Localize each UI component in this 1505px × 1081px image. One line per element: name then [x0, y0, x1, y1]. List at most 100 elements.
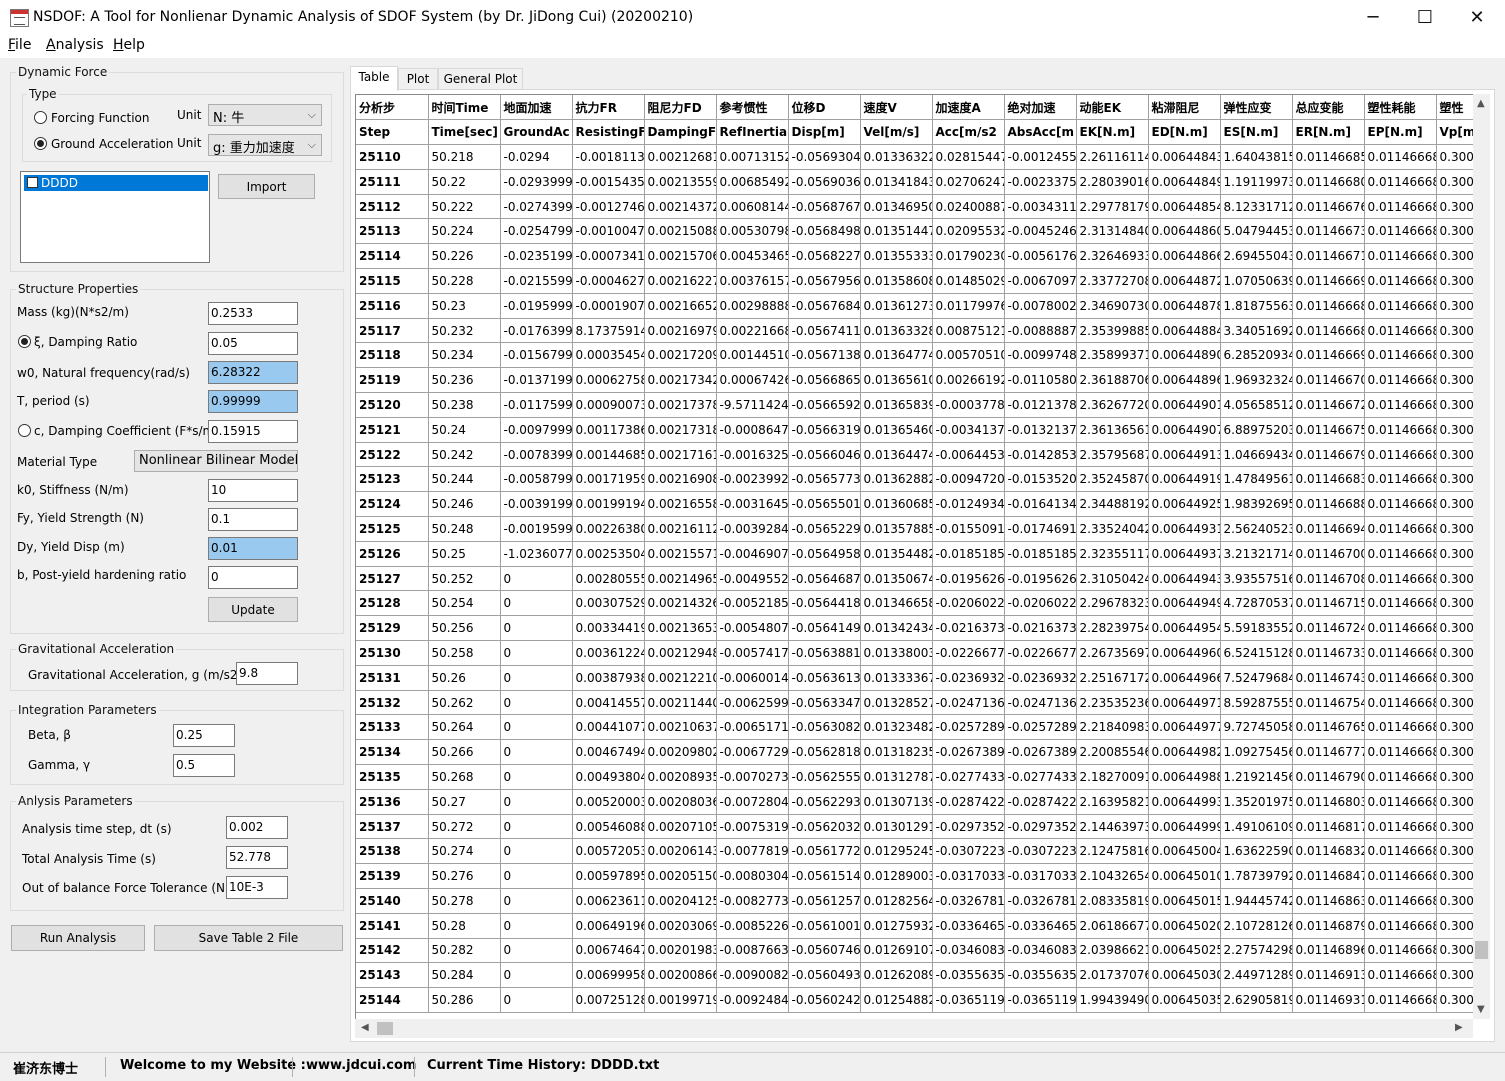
table-cell[interactable]: 0.00546088 — [572, 814, 645, 840]
table-cell[interactable]: -0.0094720 — [932, 466, 1005, 493]
table-cell[interactable]: 1.98392695 — [1220, 491, 1293, 518]
table-cell[interactable]: 0.01365839 — [860, 392, 933, 418]
gamma-input[interactable]: 0.5 — [173, 754, 235, 777]
table-cell[interactable]: 1.99439490 — [1076, 987, 1149, 1013]
table-cell[interactable]: 0.01146879 — [1292, 913, 1365, 939]
k0-input[interactable]: 10 — [208, 479, 298, 502]
table-cell[interactable]: 50.238 — [428, 392, 501, 418]
table-cell[interactable]: -0.0031645 — [716, 491, 789, 518]
table-cell[interactable]: 0.01346658 — [860, 590, 933, 617]
table-cell[interactable]: 0.300 — [1436, 144, 1474, 170]
table-cell[interactable]: 0.01357885 — [860, 516, 933, 542]
table-cell[interactable]: 0.00644982 — [1148, 739, 1221, 766]
table-cell[interactable]: -0.0566592 — [788, 392, 861, 418]
table-cell[interactable]: 1.35201975 — [1220, 789, 1293, 815]
save-table-button[interactable]: Save Table 2 File — [154, 925, 343, 951]
table-cell[interactable]: 0.00171959 — [572, 466, 645, 493]
table-cell[interactable]: 0.00216979 — [644, 318, 717, 344]
table-cell[interactable]: 0.00205150 — [644, 863, 717, 889]
table-cell[interactable]: 0.01312787 — [860, 764, 933, 790]
table-cell[interactable]: 0.01146668 — [1364, 516, 1437, 542]
table-cell[interactable]: 0.00645035 — [1148, 987, 1221, 1013]
table-cell[interactable]: -0.0564149 — [788, 615, 861, 642]
table-cell[interactable]: -0.0216373 — [1004, 615, 1077, 642]
table-cell[interactable]: -0.0355635 — [932, 962, 1005, 989]
table-cell[interactable]: 50.228 — [428, 268, 501, 294]
table-cell[interactable]: 0.00217378 — [644, 392, 717, 418]
table-cell[interactable]: 50.27 — [428, 789, 501, 815]
scroll-down-icon[interactable]: ▼ — [1477, 1004, 1485, 1015]
table-cell[interactable]: 0.01146724 — [1292, 615, 1365, 642]
table-cell[interactable]: -0.0226677 — [1004, 640, 1077, 666]
column-header[interactable]: Time[sec] — [428, 119, 501, 146]
table-cell[interactable]: 0.01146668 — [1364, 690, 1437, 716]
table-cell[interactable]: -0.0155091 — [932, 516, 1005, 542]
table-cell[interactable]: 0.00644943 — [1148, 566, 1221, 592]
table-cell[interactable]: -0.0078002 — [1004, 293, 1077, 319]
column-header[interactable]: 时间Time — [428, 95, 501, 121]
table-cell[interactable]: 0.01146688 — [1292, 491, 1365, 518]
table-cell-step[interactable]: 25131 — [356, 665, 429, 691]
table-cell[interactable]: 0.00645020 — [1148, 913, 1221, 939]
table-cell[interactable]: 0.00280555 — [572, 566, 645, 592]
table-cell-step[interactable]: 25129 — [356, 615, 429, 642]
table-cell[interactable]: -0.0287422 — [932, 789, 1005, 815]
table-cell[interactable]: 0.00644890 — [1148, 342, 1221, 369]
list-item-checkbox[interactable] — [27, 177, 38, 188]
table-cell[interactable]: 6.88975203 — [1220, 417, 1293, 443]
table-cell[interactable]: 6.28520934 — [1220, 342, 1293, 369]
table-cell[interactable]: 0.00644849 — [1148, 169, 1221, 195]
table-cell[interactable]: 0.300 — [1436, 442, 1474, 468]
table-cell[interactable]: -0.0562818 — [788, 739, 861, 766]
table-cell[interactable]: 0.00334419 — [572, 615, 645, 642]
table-cell[interactable]: 0.01350674 — [860, 566, 933, 592]
table-cell[interactable]: 0.300 — [1436, 194, 1474, 220]
table-cell[interactable]: -0.0346083 — [1004, 938, 1077, 964]
table-cell[interactable]: 0.00213653 — [644, 615, 717, 642]
horizontal-scroll-thumb[interactable] — [377, 1022, 393, 1035]
table-cell[interactable]: 0.00875121 — [932, 318, 1005, 344]
fy-input[interactable]: 0.1 — [208, 508, 298, 531]
table-cell[interactable]: 0.01146765 — [1292, 714, 1365, 741]
table-cell[interactable]: 50.23 — [428, 293, 501, 319]
table-cell[interactable]: -0.0564687 — [788, 566, 861, 592]
table-cell[interactable]: 0.00199719 — [644, 987, 717, 1013]
table-cell[interactable]: -0.0056176 — [1004, 243, 1077, 270]
table-cell[interactable]: -0.0087663 — [716, 938, 789, 964]
table-cell-step[interactable]: 25120 — [356, 392, 429, 418]
table-cell[interactable]: 2.18270091 — [1076, 764, 1149, 790]
table-cell[interactable]: 0.01179976 — [932, 293, 1005, 319]
column-header[interactable]: EP[N.m] — [1364, 119, 1437, 146]
table-cell[interactable]: -0.0132137 — [1004, 417, 1077, 443]
table-cell[interactable]: -0.0077819 — [716, 838, 789, 865]
table-cell[interactable]: 0.01146668 — [1364, 739, 1437, 766]
table-cell[interactable]: 0.01146668 — [1364, 838, 1437, 865]
table-cell-step[interactable]: 25130 — [356, 640, 429, 666]
table-cell[interactable]: 0.01146668 — [1364, 814, 1437, 840]
table-cell[interactable]: -0.0045246 — [1004, 218, 1077, 245]
table-cell[interactable]: 0.01146668 — [1364, 938, 1437, 964]
table-cell[interactable]: 0 — [500, 714, 573, 741]
table-cell[interactable]: 0.01146700 — [1292, 541, 1365, 567]
table-cell[interactable]: 0.01146673 — [1292, 218, 1365, 245]
table-cell[interactable]: 2.35245870 — [1076, 466, 1149, 493]
table-cell[interactable]: -0.0185185 — [932, 541, 1005, 567]
table-cell-step[interactable]: 25135 — [356, 764, 429, 790]
ground-acceleration-radio[interactable] — [34, 137, 47, 150]
table-cell[interactable]: 0.00217161 — [644, 442, 717, 468]
table-cell[interactable]: 0.00144510 — [716, 342, 789, 369]
table-cell[interactable]: -0.0185185 — [1004, 541, 1077, 567]
table-cell[interactable]: 50.276 — [428, 863, 501, 889]
table-cell[interactable]: 2.28239754 — [1076, 615, 1149, 642]
vertical-scroll-thumb[interactable] — [1475, 941, 1488, 959]
status-website-link[interactable]: www.jdcui.com — [306, 1058, 416, 1073]
table-cell[interactable]: 50.282 — [428, 938, 501, 964]
table-cell[interactable]: 2.28039016 — [1076, 169, 1149, 195]
table-cell[interactable]: 2.08335819 — [1076, 888, 1149, 914]
table-cell[interactable]: 1.04669434 — [1220, 442, 1293, 468]
table-cell-step[interactable]: 25132 — [356, 690, 429, 716]
table-cell[interactable]: 0.01146803 — [1292, 789, 1365, 815]
table-cell[interactable]: -0.0565773 — [788, 466, 861, 493]
table-cell-step[interactable]: 25144 — [356, 987, 429, 1013]
column-header[interactable]: 粘滞阻尼 — [1148, 95, 1221, 121]
